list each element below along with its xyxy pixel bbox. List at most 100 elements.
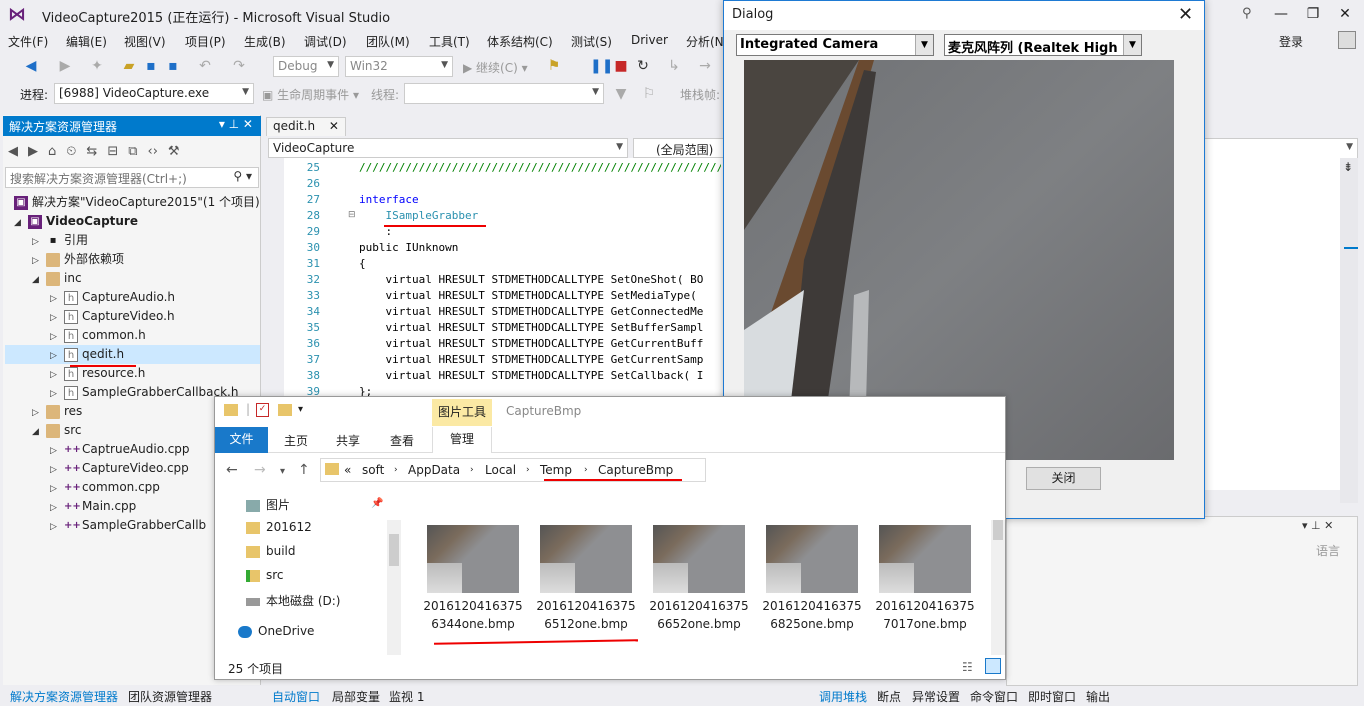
login-link[interactable]: 登录 — [1279, 33, 1303, 50]
copy-icon[interactable]: ⧉ — [128, 144, 137, 159]
tree-src-folder[interactable]: ◢ src — [32, 421, 82, 440]
tab-autos[interactable]: 自动窗口 — [272, 688, 320, 705]
camera-select[interactable]: Integrated Camera ▼ — [736, 34, 934, 56]
tree-file[interactable]: ▷ ++SampleGrabberCallb — [50, 516, 206, 535]
tree-solution[interactable]: ▣ 解决方案"VideoCapture2015"(1 个项目) — [14, 193, 260, 212]
file-name[interactable]: 2016120416375 7017one.bmp — [870, 597, 980, 633]
tree-res-folder[interactable]: ▷ res — [32, 402, 82, 421]
file-name[interactable]: 2016120416375 6512one.bmp — [531, 597, 641, 633]
configuration-select[interactable]: Debug ▼ — [273, 56, 339, 77]
tree-file-qedit[interactable]: ▷ h qedit.h — [50, 345, 124, 364]
attach-icon[interactable]: ⚑ — [545, 58, 563, 74]
tab-call-stack[interactable]: 调用堆栈 — [819, 688, 867, 705]
wrench-icon[interactable]: ⚒ — [168, 144, 180, 159]
file-name[interactable]: 2016120416375 6652one.bmp — [644, 597, 754, 633]
continue-button[interactable]: ▶ 继续(C) ▾ — [463, 59, 528, 76]
large-icons-view-icon[interactable] — [985, 658, 1001, 674]
pin-icon[interactable]: 📌 — [371, 498, 383, 509]
breadcrumb-item[interactable]: Temp — [540, 463, 572, 477]
undo-icon[interactable]: ↶ — [196, 58, 214, 74]
file-thumbnail[interactable] — [879, 525, 971, 593]
nav-item[interactable]: 201612 — [246, 520, 312, 534]
collapse-icon[interactable]: ⊟ — [107, 144, 118, 159]
menu-tools[interactable]: 工具(T) — [429, 33, 470, 50]
history-icon[interactable]: ⏲ — [66, 144, 76, 159]
nav-item[interactable]: 本地磁盘 (D:) — [246, 592, 340, 609]
show-next-statement-icon[interactable]: ↳ — [665, 58, 683, 74]
menu-build[interactable]: 生成(B) — [244, 33, 286, 50]
save-icon[interactable]: ▪ — [142, 58, 160, 74]
filter-icon[interactable]: ▼ — [612, 86, 630, 102]
file-thumbnail[interactable] — [540, 525, 632, 593]
tab-locals[interactable]: 局部变量 — [332, 688, 380, 705]
back-icon[interactable]: ◀ — [8, 144, 18, 159]
home-icon[interactable]: ⌂ — [48, 144, 56, 159]
solution-search-input[interactable]: 搜索解决方案资源管理器(Ctrl+;) ⚲ ▾ — [5, 167, 259, 188]
pause-icon[interactable]: ❚❚ — [590, 58, 613, 74]
ribbon-tab-file[interactable]: 文件 — [215, 427, 268, 453]
open-file-icon[interactable]: ▰ — [120, 58, 138, 74]
maximize-button[interactable]: ❐ — [1302, 4, 1324, 24]
up-arrow-icon[interactable]: ↑ — [298, 462, 310, 478]
back-icon[interactable]: ◀ — [22, 58, 40, 74]
tab-immediate-window[interactable]: 即时窗口 — [1028, 688, 1076, 705]
stop-icon[interactable]: ■ — [612, 58, 630, 74]
close-button[interactable]: 关闭 — [1026, 467, 1101, 490]
breadcrumb-item[interactable]: AppData — [408, 463, 460, 477]
nav-item[interactable]: build — [246, 544, 296, 558]
minimize-button[interactable]: — — [1270, 4, 1292, 24]
menu-architecture[interactable]: 体系结构(C) — [487, 33, 553, 50]
split-icon[interactable]: ⇟ — [1343, 160, 1353, 174]
menu-driver[interactable]: Driver — [631, 33, 668, 47]
properties-icon[interactable]: ✓ — [256, 403, 269, 417]
ribbon-tab-home[interactable]: 主页 — [284, 432, 308, 449]
menu-analyze[interactable]: 分析(N — [686, 33, 724, 50]
forward-arrow-icon[interactable]: → — [254, 462, 266, 478]
tree-file[interactable]: ▷ h SampleGrabberCallback.h — [50, 383, 238, 402]
file-thumbnail[interactable] — [653, 525, 745, 593]
tab-qedit[interactable]: qedit.h ✕ — [266, 117, 346, 136]
account-icon[interactable] — [1338, 31, 1356, 49]
thread-select[interactable]: ▼ — [404, 83, 604, 104]
menu-edit[interactable]: 编辑(E) — [66, 33, 107, 50]
close-window-button[interactable]: ✕ — [1334, 4, 1356, 24]
tree-references[interactable]: ▷ ▪ 引用 — [32, 231, 88, 250]
tab-command-window[interactable]: 命令窗口 — [970, 688, 1018, 705]
tab-exception-settings[interactable]: 异常设置 — [912, 688, 960, 705]
sync-icon[interactable]: ⇆ — [86, 144, 97, 159]
menu-file[interactable]: 文件(F) — [8, 33, 48, 50]
files-scrollbar[interactable] — [991, 520, 1005, 655]
breadcrumb-item[interactable]: Local — [485, 463, 516, 477]
menu-project[interactable]: 项目(P) — [185, 33, 226, 50]
save-all-icon[interactable]: ▪ — [164, 58, 182, 74]
recent-dropdown-icon[interactable]: ▾ — [280, 466, 285, 477]
project-navigation-select[interactable]: VideoCapture ▼ — [268, 138, 628, 158]
search-icon[interactable]: ⚲ — [1242, 6, 1252, 21]
tree-file[interactable]: ▷ ++CaptureVideo.cpp — [50, 459, 189, 478]
nav-item[interactable]: src — [246, 568, 284, 582]
new-project-icon[interactable]: ✦ — [88, 58, 106, 74]
file-thumbnail[interactable] — [427, 525, 519, 593]
nav-scrollbar-thumb[interactable] — [389, 534, 399, 566]
back-arrow-icon[interactable]: ← — [226, 462, 238, 478]
code-icon[interactable]: ‹› — [148, 144, 158, 159]
menu-test[interactable]: 测试(S) — [571, 33, 612, 50]
breadcrumb-item-current[interactable]: CaptureBmp — [598, 463, 673, 477]
tab-team-explorer[interactable]: 团队资源管理器 — [128, 688, 212, 705]
tab-output[interactable]: 输出 — [1086, 688, 1110, 705]
tree-file[interactable]: ▷ h common.h — [50, 326, 146, 345]
menu-debug[interactable]: 调试(D) — [304, 33, 347, 50]
file-thumbnail[interactable] — [766, 525, 858, 593]
file-name[interactable]: 2016120416375 6825one.bmp — [757, 597, 867, 633]
menu-team[interactable]: 团队(M) — [366, 33, 410, 50]
lifecycle-events-button[interactable]: ▣ 生命周期事件 ▾ — [262, 86, 359, 103]
ribbon-tab-share[interactable]: 共享 — [336, 432, 360, 449]
breadcrumb-overflow[interactable]: « — [344, 463, 351, 477]
tree-file[interactable]: ▷ h CaptureAudio.h — [50, 288, 175, 307]
tab-breakpoints[interactable]: 断点 — [877, 688, 901, 705]
details-view-icon[interactable]: ☷ — [962, 660, 973, 674]
editor-vertical-scrollbar[interactable] — [1340, 158, 1358, 503]
collapse-marker-icon[interactable]: ⊟ — [348, 210, 356, 220]
new-folder-icon[interactable] — [278, 404, 292, 416]
tree-file[interactable]: ▷ ++CaptrueAudio.cpp — [50, 440, 190, 459]
